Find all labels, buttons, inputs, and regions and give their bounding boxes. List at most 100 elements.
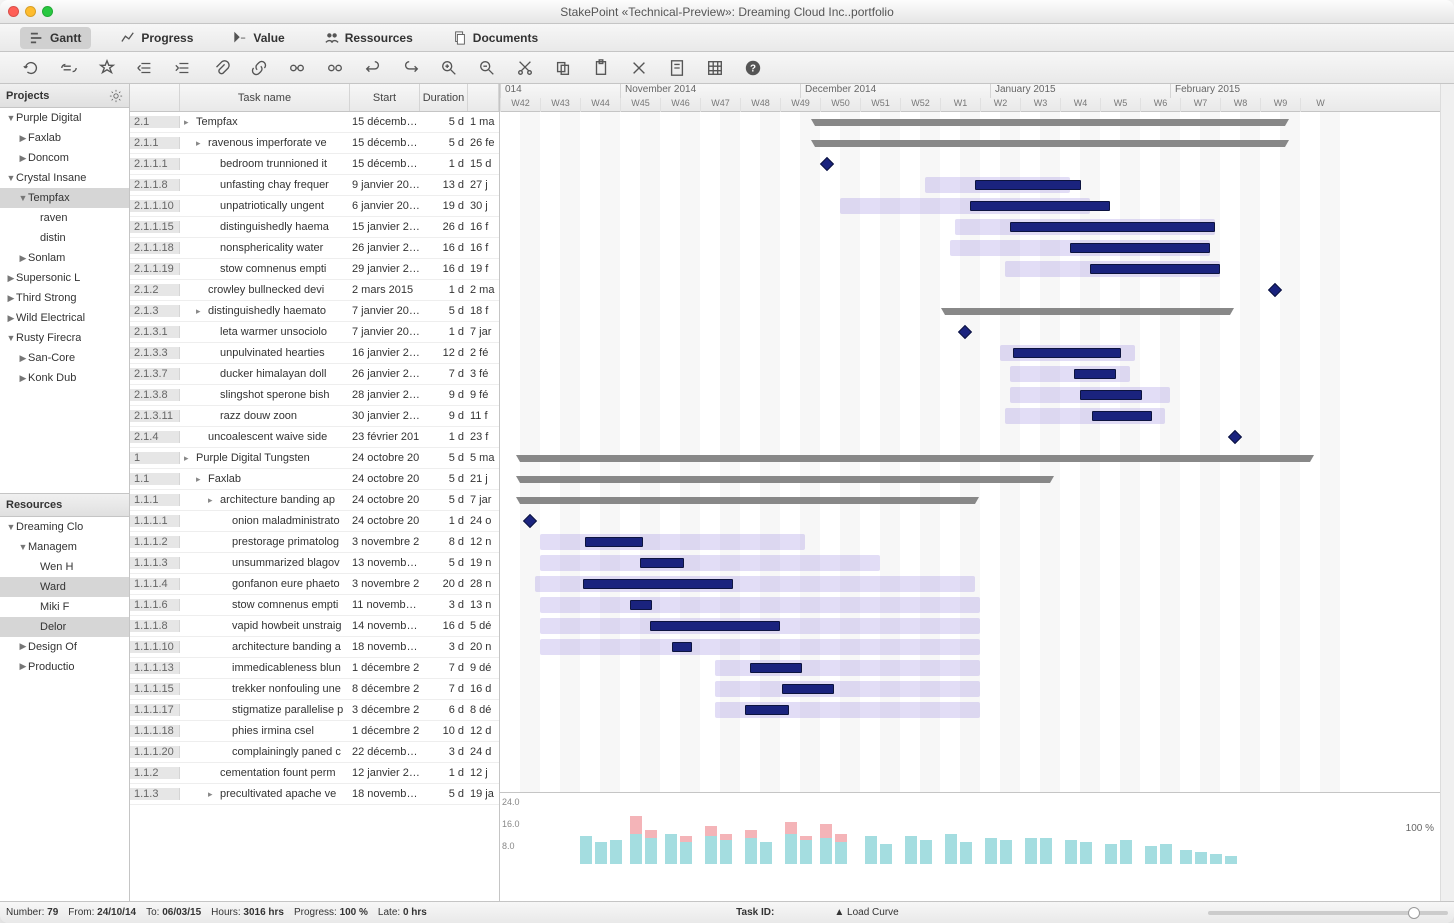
sidebar-item-project[interactable]: ▶Konk Dub xyxy=(0,368,129,388)
sidebar-item-project[interactable]: ▼Purple Digital xyxy=(0,108,129,128)
gantt-row[interactable] xyxy=(500,637,1440,658)
table-row[interactable]: 2.1.1.8unfasting chay frequer9 janvier 2… xyxy=(130,175,499,196)
copy-button[interactable] xyxy=(552,57,574,79)
task-bar[interactable] xyxy=(630,600,652,610)
sidebar-item-project[interactable]: ▶Sonlam xyxy=(0,248,129,268)
table-row[interactable]: 1.1.1.6stow comnenus empti11 novembre 23… xyxy=(130,595,499,616)
sidebar-item-project[interactable]: ▼Crystal Insane xyxy=(0,168,129,188)
gantt-row[interactable] xyxy=(500,364,1440,385)
task-bar[interactable] xyxy=(585,537,643,547)
gantt-row[interactable] xyxy=(500,700,1440,721)
gantt-row[interactable] xyxy=(500,259,1440,280)
cut-button[interactable] xyxy=(514,57,536,79)
summary-bar[interactable] xyxy=(815,119,1285,126)
table-row[interactable]: 1.1.1.15trekker nonfouling une8 décembre… xyxy=(130,679,499,700)
sidebar-item-project[interactable]: raven xyxy=(0,208,129,228)
gear-icon[interactable] xyxy=(109,89,123,103)
col-start[interactable]: Start xyxy=(350,84,420,111)
gantt-row[interactable] xyxy=(500,280,1440,301)
task-bar[interactable] xyxy=(650,621,780,631)
sidebar-item-resource[interactable]: Wen H xyxy=(0,557,129,577)
gantt-row[interactable] xyxy=(500,469,1440,490)
milestone-marker[interactable] xyxy=(820,157,834,171)
sidebar-item-resource[interactable]: Ward xyxy=(0,577,129,597)
gantt-row[interactable] xyxy=(500,658,1440,679)
refresh-button[interactable] xyxy=(20,57,42,79)
zoom-in-button[interactable] xyxy=(438,57,460,79)
milestone-marker[interactable] xyxy=(958,325,972,339)
minimize-icon[interactable] xyxy=(25,6,36,17)
sidebar-item-resource[interactable]: ▼Managem xyxy=(0,537,129,557)
table-row[interactable]: 1.1.2cementation fount perm12 janvier 20… xyxy=(130,763,499,784)
gantt-row[interactable] xyxy=(500,679,1440,700)
table-row[interactable]: 1.1.1.20complainingly paned c22 décembre… xyxy=(130,742,499,763)
hyperlink-button[interactable] xyxy=(248,57,270,79)
task-bar[interactable] xyxy=(970,201,1110,211)
gantt-row[interactable] xyxy=(500,406,1440,427)
table-row[interactable]: 2.1.3.8slingshot sperone bish28 janvier … xyxy=(130,385,499,406)
table-row[interactable]: 1.1.1▸architecture banding ap24 octobre … xyxy=(130,490,499,511)
gantt-row[interactable] xyxy=(500,322,1440,343)
zoom-icon[interactable] xyxy=(42,6,53,17)
table-row[interactable]: 2.1.1.18nonsphericality water26 janvier … xyxy=(130,238,499,259)
table-row[interactable]: 1.1.1.18phies irmina csel1 décembre 210 … xyxy=(130,721,499,742)
gantt-body[interactable] xyxy=(500,112,1440,792)
gantt-row[interactable] xyxy=(500,742,1440,763)
gantt-row[interactable] xyxy=(500,574,1440,595)
sidebar-item-project[interactable]: ▼Tempfax xyxy=(0,188,129,208)
gantt-row[interactable] xyxy=(500,490,1440,511)
sidebar-item-resource[interactable]: ▼Dreaming Clo xyxy=(0,517,129,537)
col-duration[interactable]: Duration xyxy=(420,84,468,111)
slider-thumb[interactable] xyxy=(1408,907,1420,919)
resources-tree[interactable]: ▼Dreaming Clo▼ManagemWen HWardMiki FDelo… xyxy=(0,517,129,902)
gantt-row[interactable] xyxy=(500,721,1440,742)
task-bar[interactable] xyxy=(1092,411,1152,421)
gantt-row[interactable] xyxy=(500,553,1440,574)
gantt-row[interactable] xyxy=(500,301,1440,322)
milestone-marker[interactable] xyxy=(523,514,537,528)
sidebar-item-resource[interactable]: Delor xyxy=(0,617,129,637)
gantt-row[interactable] xyxy=(500,343,1440,364)
table-row[interactable]: 2.1.3.11razz douw zoon30 janvier 2019 d1… xyxy=(130,406,499,427)
task-bar[interactable] xyxy=(1074,369,1116,379)
tab-value[interactable]: Value xyxy=(223,27,294,49)
sidebar-item-project[interactable]: ▶Supersonic L xyxy=(0,268,129,288)
task-bar[interactable] xyxy=(1013,348,1121,358)
export-pdf-button[interactable] xyxy=(666,57,688,79)
help-button[interactable]: ? xyxy=(742,57,764,79)
table-row[interactable]: 2.1.1▸ravenous imperforate ve15 décembre… xyxy=(130,133,499,154)
table-row[interactable]: 2.1.3▸distinguishedly haemato7 janvier 2… xyxy=(130,301,499,322)
gantt-row[interactable] xyxy=(500,448,1440,469)
tab-gantt[interactable]: Gantt xyxy=(20,27,91,49)
summary-bar[interactable] xyxy=(520,455,1310,462)
task-bar[interactable] xyxy=(745,705,789,715)
tab-progress[interactable]: Progress xyxy=(111,27,203,49)
milestone-marker[interactable] xyxy=(1228,430,1242,444)
table-row[interactable]: 1.1.1.10architecture banding a18 novembr… xyxy=(130,637,499,658)
tab-resources[interactable]: Ressources xyxy=(315,27,423,49)
paste-button[interactable] xyxy=(590,57,612,79)
table-row[interactable]: 1.1▸Faxlab24 octobre 205 d21 j xyxy=(130,469,499,490)
table-row[interactable]: 2.1.1.15distinguishedly haema15 janvier … xyxy=(130,217,499,238)
scrollbar-vertical[interactable] xyxy=(1440,84,1454,901)
table-row[interactable]: 1.1.1.2prestorage primatolog3 novembre 2… xyxy=(130,532,499,553)
sidebar-item-project[interactable]: ▼Rusty Firecra xyxy=(0,328,129,348)
gantt-row[interactable] xyxy=(500,532,1440,553)
chain-button[interactable] xyxy=(286,57,308,79)
sidebar-item-project[interactable]: ▶Third Strong xyxy=(0,288,129,308)
sidebar-item-project[interactable]: ▶Wild Electrical xyxy=(0,308,129,328)
table-row[interactable]: 1.1.1.4gonfanon eure phaeto3 novembre 22… xyxy=(130,574,499,595)
summary-bar[interactable] xyxy=(520,476,1050,483)
table-row[interactable]: 2.1.1.19stow comnenus empti29 janvier 20… xyxy=(130,259,499,280)
task-bar[interactable] xyxy=(1080,390,1142,400)
gantt-row[interactable] xyxy=(500,196,1440,217)
zoom-out-button[interactable] xyxy=(476,57,498,79)
sidebar-item-resource[interactable]: ▶Productio xyxy=(0,657,129,677)
table-row[interactable]: 1.1.1.13immedicableness blun1 décembre 2… xyxy=(130,658,499,679)
sidebar-item-project[interactable]: distin xyxy=(0,228,129,248)
table-row[interactable]: 1.1.3▸precultivated apache ve18 novembre… xyxy=(130,784,499,805)
task-bar[interactable] xyxy=(672,642,692,652)
task-bar[interactable] xyxy=(975,180,1081,190)
sidebar-item-resource[interactable]: ▶Design Of xyxy=(0,637,129,657)
task-rows[interactable]: 2.1▸Tempfax15 décembre 25 d1 ma2.1.1▸rav… xyxy=(130,112,499,901)
